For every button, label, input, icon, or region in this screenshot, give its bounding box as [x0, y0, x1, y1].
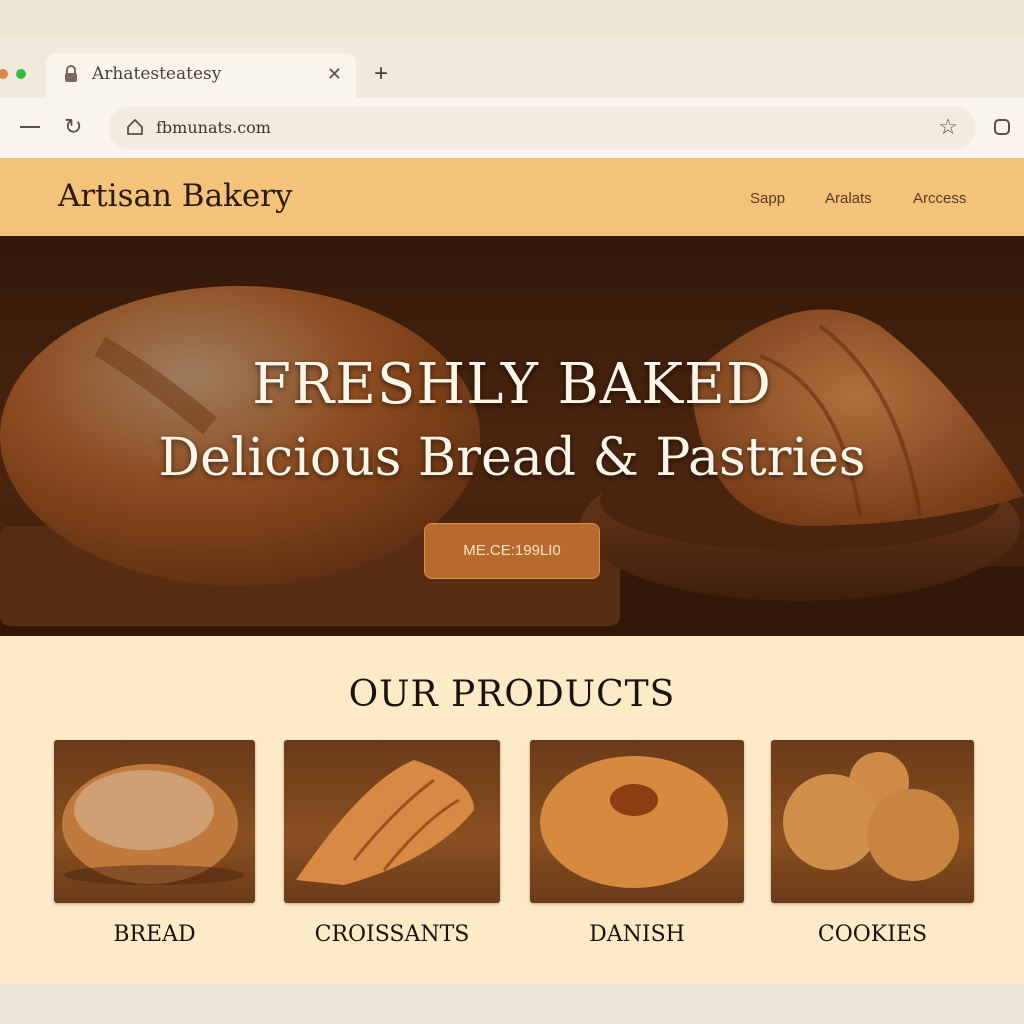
- reload-icon[interactable]: ↻: [64, 116, 82, 138]
- window-control-dot[interactable]: [16, 69, 26, 79]
- product-label[interactable]: CROISSANTS: [284, 922, 500, 947]
- extension-icon[interactable]: [994, 119, 1010, 135]
- nav-link[interactable]: Arccess: [913, 190, 966, 207]
- url-text[interactable]: fbmunats.com: [156, 118, 271, 137]
- products-heading: OUR PRODUCTS: [348, 674, 676, 715]
- product-image-cookies[interactable]: [771, 740, 974, 903]
- page-bottom: [0, 984, 1024, 1024]
- nav-link[interactable]: Aralats: [825, 190, 872, 207]
- brand-logo[interactable]: Artisan Bakery: [58, 178, 293, 214]
- product-image-bread[interactable]: [54, 740, 255, 903]
- nav-link[interactable]: Sapp: [750, 190, 785, 207]
- product-label[interactable]: DANISH: [530, 922, 744, 947]
- product-image-croissants[interactable]: [284, 740, 500, 903]
- lock-icon: [64, 65, 78, 88]
- cookies-image: [783, 752, 959, 881]
- hero-subtitle: Delicious Bread & Pastries: [158, 428, 866, 488]
- minimize-icon[interactable]: [20, 126, 40, 128]
- croissant-image: [296, 760, 474, 885]
- product-label[interactable]: BREAD: [54, 922, 255, 947]
- product-image-danish[interactable]: [530, 740, 744, 903]
- product-label[interactable]: COOKIES: [771, 922, 974, 947]
- browser-tab[interactable]: Arhatesteatesy ✕: [46, 53, 356, 98]
- hero-title: FRESHLY BAKED: [252, 352, 772, 417]
- home-icon[interactable]: [126, 118, 144, 141]
- plus-icon[interactable]: +: [374, 60, 388, 88]
- address-bar[interactable]: fbmunats.com ☆: [108, 107, 976, 149]
- star-icon[interactable]: ☆: [938, 114, 958, 140]
- danish-image: [540, 756, 728, 888]
- bread-image: [62, 764, 244, 885]
- cta-button[interactable]: ME.CE:199LI0: [424, 523, 600, 579]
- tab-title: Arhatesteatesy: [92, 64, 222, 84]
- close-icon[interactable]: ✕: [327, 64, 342, 85]
